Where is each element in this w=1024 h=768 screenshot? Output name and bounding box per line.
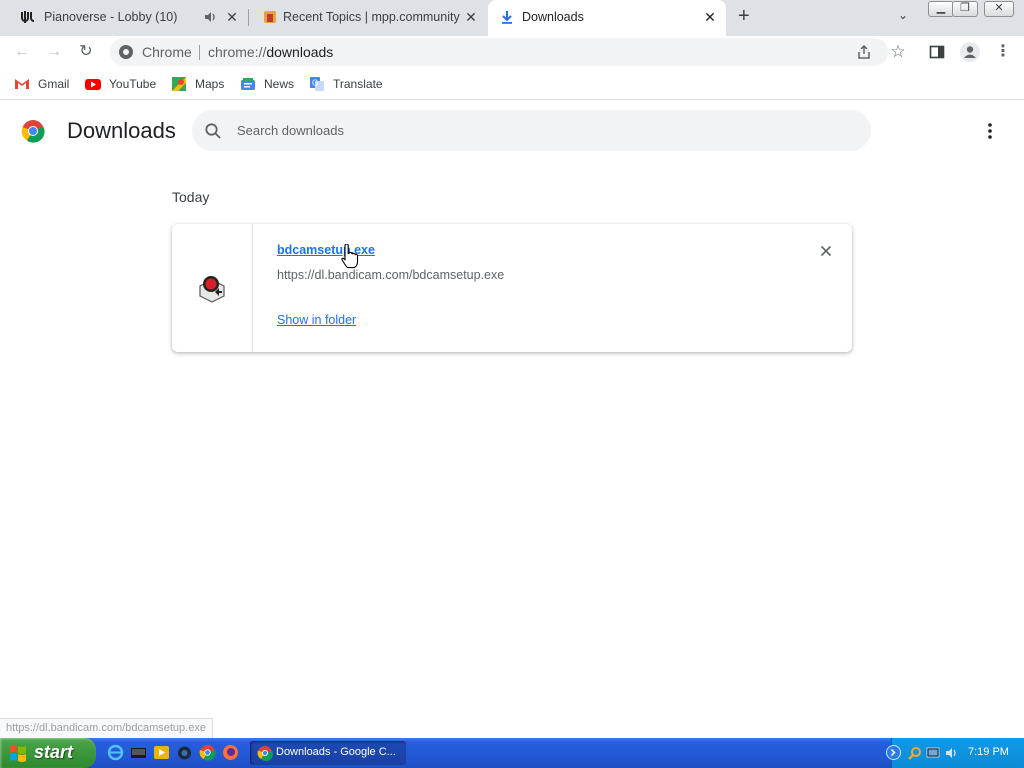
youtube-icon [85, 79, 101, 90]
bookmark-label: Translate [333, 77, 383, 91]
mpp-favicon-icon [264, 11, 276, 23]
bookmark-star-icon[interactable]: ☆ [888, 42, 908, 62]
clock[interactable]: 7:19 PM [968, 746, 1009, 758]
forward-arrow-icon[interactable]: → [44, 42, 64, 62]
chrome-site-icon[interactable] [118, 44, 134, 60]
bookmark-label: News [264, 77, 295, 91]
tab-downloads[interactable]: Downloads ✕ [488, 0, 726, 36]
download-item-card: bdcamsetup.exe https://dl.bandicam.com/b… [172, 224, 852, 352]
site-chip-label: Chrome [142, 44, 192, 60]
bookmarks-bar: Gmail YouTube Maps News G Translate [0, 68, 1024, 100]
tab-title: Pianoverse - Lobby (10) [44, 10, 178, 24]
firefox-icon[interactable] [222, 744, 239, 761]
close-tab-icon[interactable]: ✕ [702, 9, 718, 25]
taskbar-window-button[interactable]: Downloads - Google C... [250, 741, 406, 765]
remove-download-close-icon[interactable] [818, 243, 834, 259]
downloads-page: Downloads Search downloads Today bdcamse… [0, 101, 1024, 738]
search-placeholder: Search downloads [237, 123, 344, 138]
profile-avatar-icon[interactable] [959, 41, 981, 63]
chrome-quicklaunch-icon[interactable] [199, 744, 216, 761]
windows-taskbar: start Downloads - Google C... 7:19 PM [0, 738, 1024, 768]
tray-expand-chevron-icon[interactable] [886, 745, 901, 760]
internet-explorer-icon[interactable] [107, 744, 124, 761]
tab-separator [248, 9, 249, 26]
page-title: Downloads [67, 118, 176, 143]
search-icon [205, 123, 221, 139]
download-source-url: https://dl.bandicam.com/bdcamsetup.exe [277, 268, 505, 282]
url-scheme: chrome:// [208, 44, 267, 60]
start-label: start [34, 742, 74, 762]
tab-pianoverse[interactable]: Pianoverse - Lobby (10) ✕ [20, 0, 246, 34]
close-window-button[interactable]: ✕ [984, 1, 1014, 17]
chrome-task-icon [257, 746, 273, 761]
search-downloads-field[interactable]: Search downloads [192, 110, 871, 151]
bookmark-label: Gmail [38, 77, 70, 91]
windows-flag-icon [10, 745, 26, 762]
media-player-icon[interactable] [153, 744, 170, 761]
system-tray: 7:19 PM [886, 738, 1024, 768]
app-shortcut-icon[interactable] [176, 744, 193, 761]
translate-icon: G [310, 77, 324, 91]
reload-icon[interactable]: ↻ [76, 42, 96, 62]
download-file-name-link[interactable]: bdcamsetup.exe [277, 243, 375, 257]
address-bar[interactable]: Chrome chrome://downloads [110, 38, 888, 66]
tab-search-chevron-down-icon[interactable]: ⌄ [898, 8, 908, 22]
date-section-heading: Today [172, 189, 210, 205]
more-actions-icon[interactable] [980, 119, 1000, 143]
start-button[interactable]: start [0, 738, 96, 768]
url-text[interactable]: chrome://downloads [208, 44, 333, 60]
svg-text:G: G [312, 79, 318, 88]
taskbar-window-label: Downloads - Google C... [276, 746, 396, 758]
show-desktop-icon[interactable] [130, 744, 147, 761]
gmail-icon [15, 79, 29, 89]
news-icon [241, 78, 255, 90]
file-icon-column [172, 224, 253, 352]
volume-tray-icon[interactable] [944, 746, 958, 760]
hand-pointer-cursor-icon [341, 244, 359, 269]
tab-mpp-community[interactable]: Recent Topics | mpp.community ✕ [262, 0, 484, 34]
bandicam-file-icon [199, 276, 225, 303]
download-favicon-icon [502, 11, 512, 24]
show-in-folder-link[interactable]: Show in folder [277, 313, 356, 327]
close-tab-icon[interactable]: ✕ [224, 9, 240, 25]
back-arrow-icon[interactable]: ← [12, 42, 32, 62]
share-icon[interactable] [856, 44, 872, 60]
close-tab-icon[interactable]: ✕ [463, 9, 479, 25]
side-panel-icon[interactable] [929, 44, 945, 60]
maps-icon [172, 77, 186, 91]
chrome-logo-icon [21, 120, 45, 143]
network-tray-icon[interactable] [926, 746, 940, 760]
restore-button[interactable]: ❐ [952, 1, 978, 17]
minimize-button[interactable]: ▁ [928, 1, 954, 17]
bookmark-label: YouTube [109, 77, 157, 91]
url-host: downloads [266, 44, 334, 60]
tab-title: Recent Topics | mpp.community [283, 10, 460, 24]
tab-title: Downloads [522, 10, 584, 24]
chrome-menu-icon[interactable]: ⋮ [993, 42, 1013, 62]
omnibox-divider [199, 45, 200, 60]
mute-audio-icon[interactable] [203, 10, 217, 24]
link-status-bubble: https://dl.bandicam.com/bdcamsetup.exe [0, 718, 213, 738]
tab-strip: Pianoverse - Lobby (10) ✕ Recent Topics … [0, 0, 1024, 36]
new-tab-button[interactable]: + [738, 6, 750, 26]
pianoverse-favicon-icon [21, 11, 35, 23]
magnifier-tray-icon[interactable] [908, 746, 922, 760]
bookmark-label: Maps [195, 77, 225, 91]
toolbar: ← → ↻ Chrome chrome://downloads ☆ ⋮ [0, 36, 1024, 68]
